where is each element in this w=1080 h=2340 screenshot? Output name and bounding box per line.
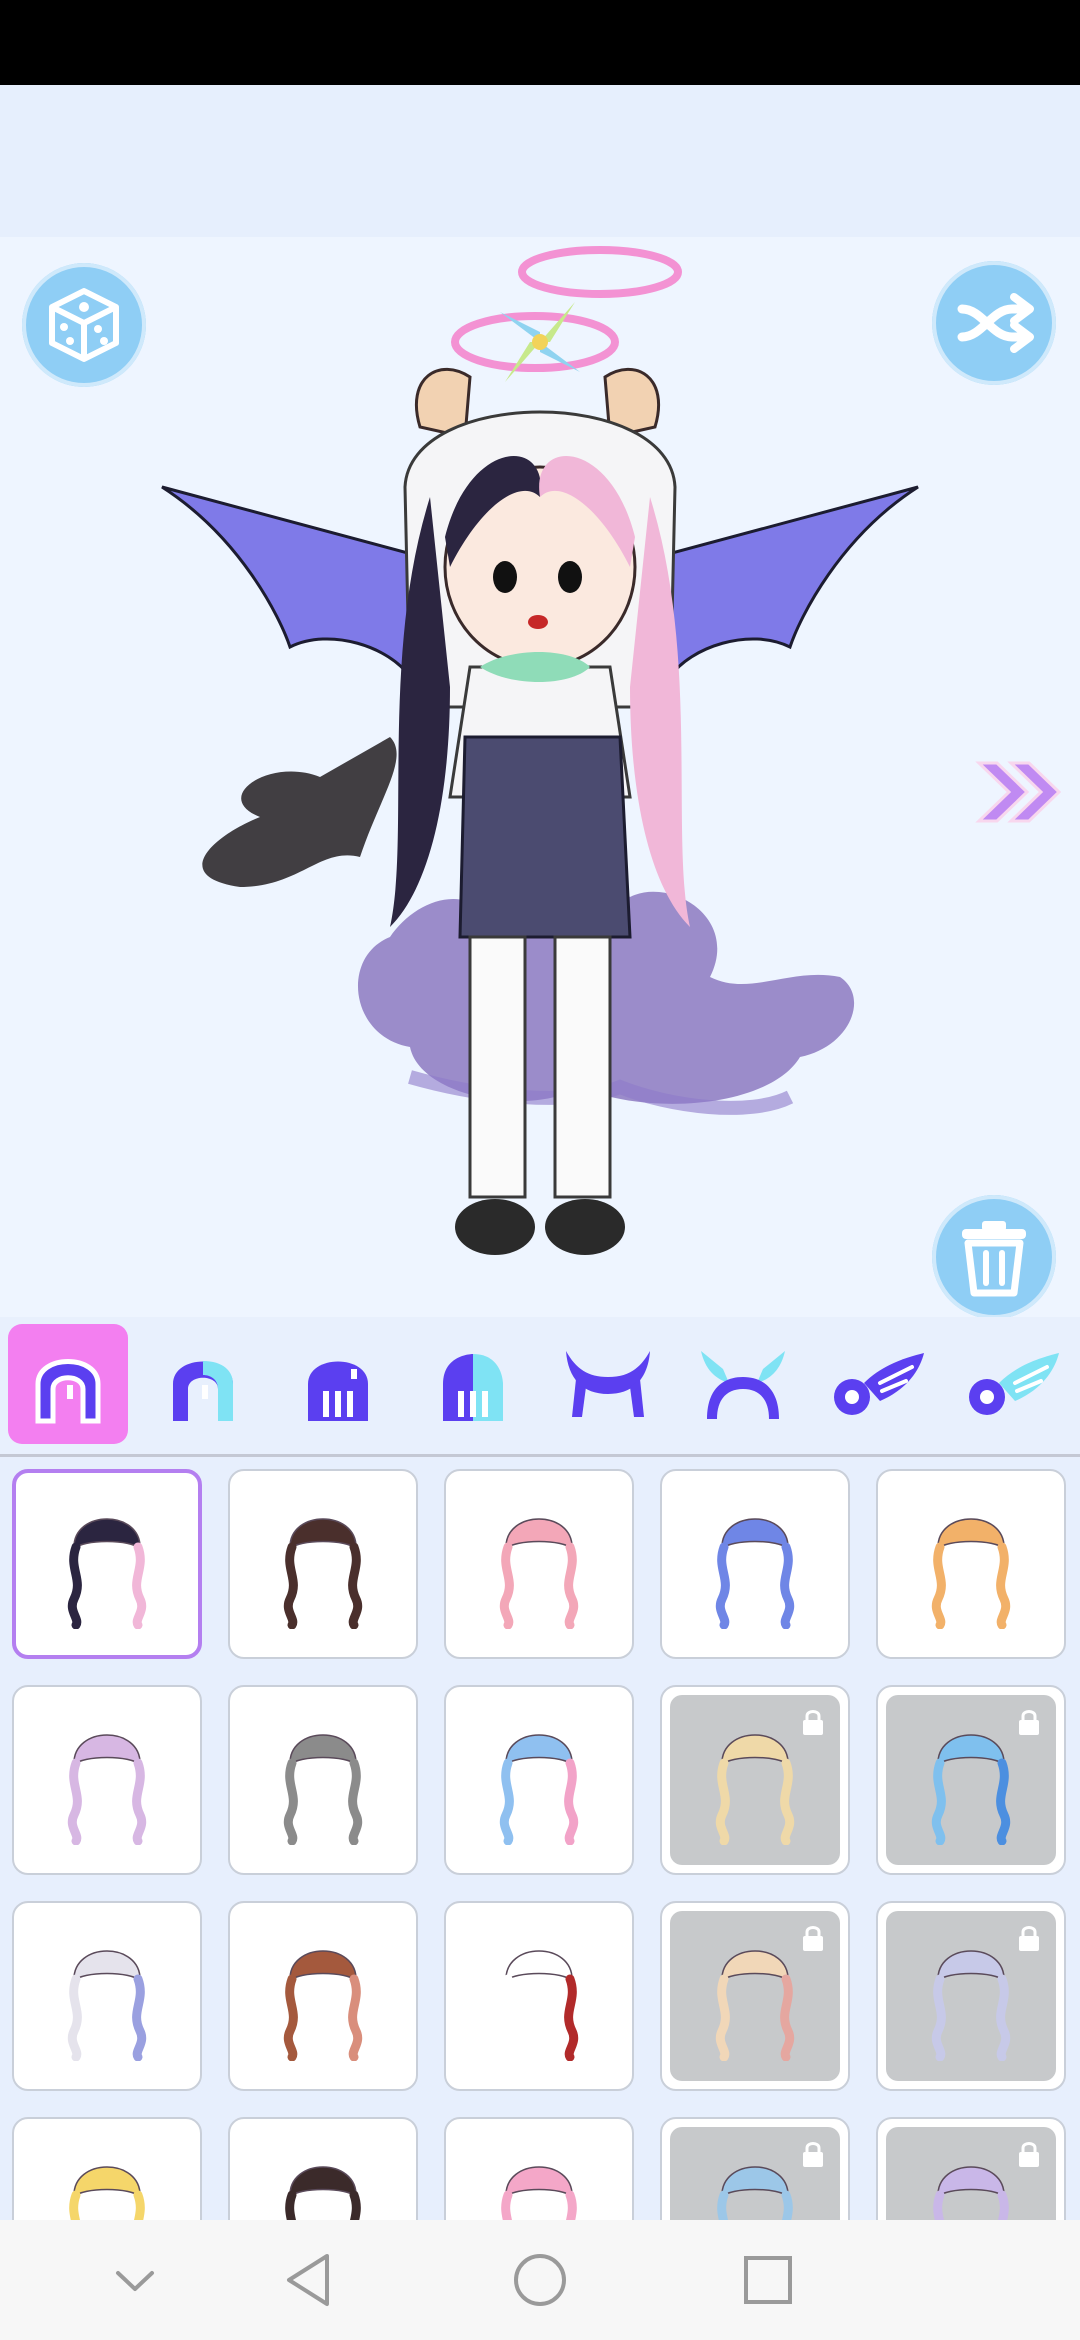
- lock-icon: [803, 1926, 823, 1951]
- status-bar: [0, 0, 1080, 85]
- hairstyle-thumbnail-icon: [501, 2166, 577, 2220]
- back-triangle-icon: [287, 2254, 329, 2306]
- chevron-down-icon: [116, 2271, 154, 2291]
- tab-hair-back[interactable]: [278, 1324, 398, 1444]
- horns-icon: [566, 1351, 650, 1417]
- next-arrows-icon[interactable]: [975, 757, 1065, 827]
- hairstyle-thumbnail-icon: [499, 1518, 579, 1629]
- hair-option-card[interactable]: [660, 1901, 850, 2091]
- lock-icon: [803, 1710, 823, 1735]
- hairstyle-thumbnail-icon: [933, 2166, 1009, 2220]
- hair-back-icon: [308, 1361, 368, 1421]
- hair-option-card[interactable]: [228, 1901, 418, 2091]
- hair-option-card[interactable]: [660, 2117, 850, 2220]
- hairstyle-thumbnail-icon: [715, 1734, 795, 1845]
- tab-wings[interactable]: [818, 1324, 938, 1444]
- hair-option-card[interactable]: [444, 1685, 634, 1875]
- tab-horns-alt[interactable]: [683, 1324, 803, 1444]
- horns-alt-icon: [701, 1351, 785, 1419]
- hairstyle-thumbnail-icon: [283, 1518, 363, 1629]
- hairstyle-thumbnail-icon: [931, 1518, 1011, 1629]
- hairstyle-thumbnail-icon: [931, 1950, 1011, 2061]
- hair-option-card[interactable]: [12, 2117, 202, 2220]
- shuffle-button[interactable]: [932, 261, 1056, 385]
- shuffle-icon: [957, 293, 1034, 353]
- hair-front-icon: [35, 1359, 101, 1424]
- hair-option-card[interactable]: [660, 1685, 850, 1875]
- hair-option-card[interactable]: [876, 1469, 1066, 1659]
- tab-wings-alt[interactable]: [953, 1324, 1073, 1444]
- hairstyle-thumbnail-icon: [67, 1734, 147, 1845]
- home-button[interactable]: [510, 2250, 570, 2310]
- home-circle-icon: [514, 2254, 566, 2306]
- hair-option-card[interactable]: [444, 1469, 634, 1659]
- hair-option-card[interactable]: [444, 1901, 634, 2091]
- trash-icon: [962, 1221, 1026, 1297]
- hairstyle-thumbnail-icon: [69, 2166, 145, 2220]
- hairstyle-thumbnail-icon: [283, 1950, 363, 2061]
- tab-horns[interactable]: [548, 1324, 668, 1444]
- tab-hair-back-alt[interactable]: [413, 1324, 533, 1444]
- system-nav-bar: [0, 2220, 1080, 2340]
- wings-icon: [834, 1353, 924, 1415]
- hair-option-card[interactable]: [12, 1901, 202, 2091]
- hide-nav-button[interactable]: [105, 2250, 165, 2310]
- hairstyle-thumbnail-icon: [67, 1518, 147, 1629]
- tab-hair-front[interactable]: [8, 1324, 128, 1444]
- hairstyle-thumbnail-icon: [285, 2166, 361, 2220]
- hair-option-card[interactable]: [12, 1469, 202, 1659]
- hair-option-card[interactable]: [228, 2117, 418, 2220]
- hair-option-card[interactable]: [12, 1685, 202, 1875]
- tab-hair-front-alt[interactable]: [143, 1324, 263, 1444]
- character-preview: [161, 246, 919, 1255]
- hair-option-card[interactable]: [444, 2117, 634, 2220]
- lock-icon: [1019, 1710, 1039, 1735]
- hair-options-grid: [0, 1457, 1080, 2220]
- category-tabs: [0, 1317, 1080, 1457]
- recents-square-icon: [744, 2256, 792, 2304]
- hairstyle-thumbnail-icon: [931, 1734, 1011, 1845]
- character-stage: [0, 237, 1080, 1317]
- randomize-button[interactable]: [22, 263, 146, 387]
- hairstyle-thumbnail-icon: [715, 1518, 795, 1629]
- hair-option-card[interactable]: [876, 2117, 1066, 2220]
- hair-back-alt-icon: [443, 1354, 503, 1421]
- lock-icon: [803, 2142, 823, 2167]
- hair-front-alt-icon: [173, 1361, 233, 1421]
- hairstyle-thumbnail-icon: [283, 1734, 363, 1845]
- hairstyle-thumbnail-icon: [499, 1734, 579, 1845]
- hairstyle-thumbnail-icon: [717, 2166, 793, 2220]
- hair-option-card[interactable]: [228, 1469, 418, 1659]
- delete-button[interactable]: [932, 1195, 1056, 1317]
- lock-icon: [1019, 1926, 1039, 1951]
- hair-option-card[interactable]: [228, 1685, 418, 1875]
- hair-option-card[interactable]: [660, 1469, 850, 1659]
- recents-button[interactable]: [738, 2250, 798, 2310]
- back-button[interactable]: [278, 2250, 338, 2310]
- banner-area: [0, 85, 1080, 237]
- hair-option-card[interactable]: [876, 1685, 1066, 1875]
- hairstyle-thumbnail-icon: [715, 1950, 795, 2061]
- hairstyle-thumbnail-icon: [499, 1950, 579, 2061]
- lock-icon: [1019, 2142, 1039, 2167]
- hair-option-card[interactable]: [876, 1901, 1066, 2091]
- hairstyle-thumbnail-icon: [67, 1950, 147, 2061]
- dice-icon: [49, 288, 119, 362]
- wings-alt-icon: [969, 1353, 1059, 1415]
